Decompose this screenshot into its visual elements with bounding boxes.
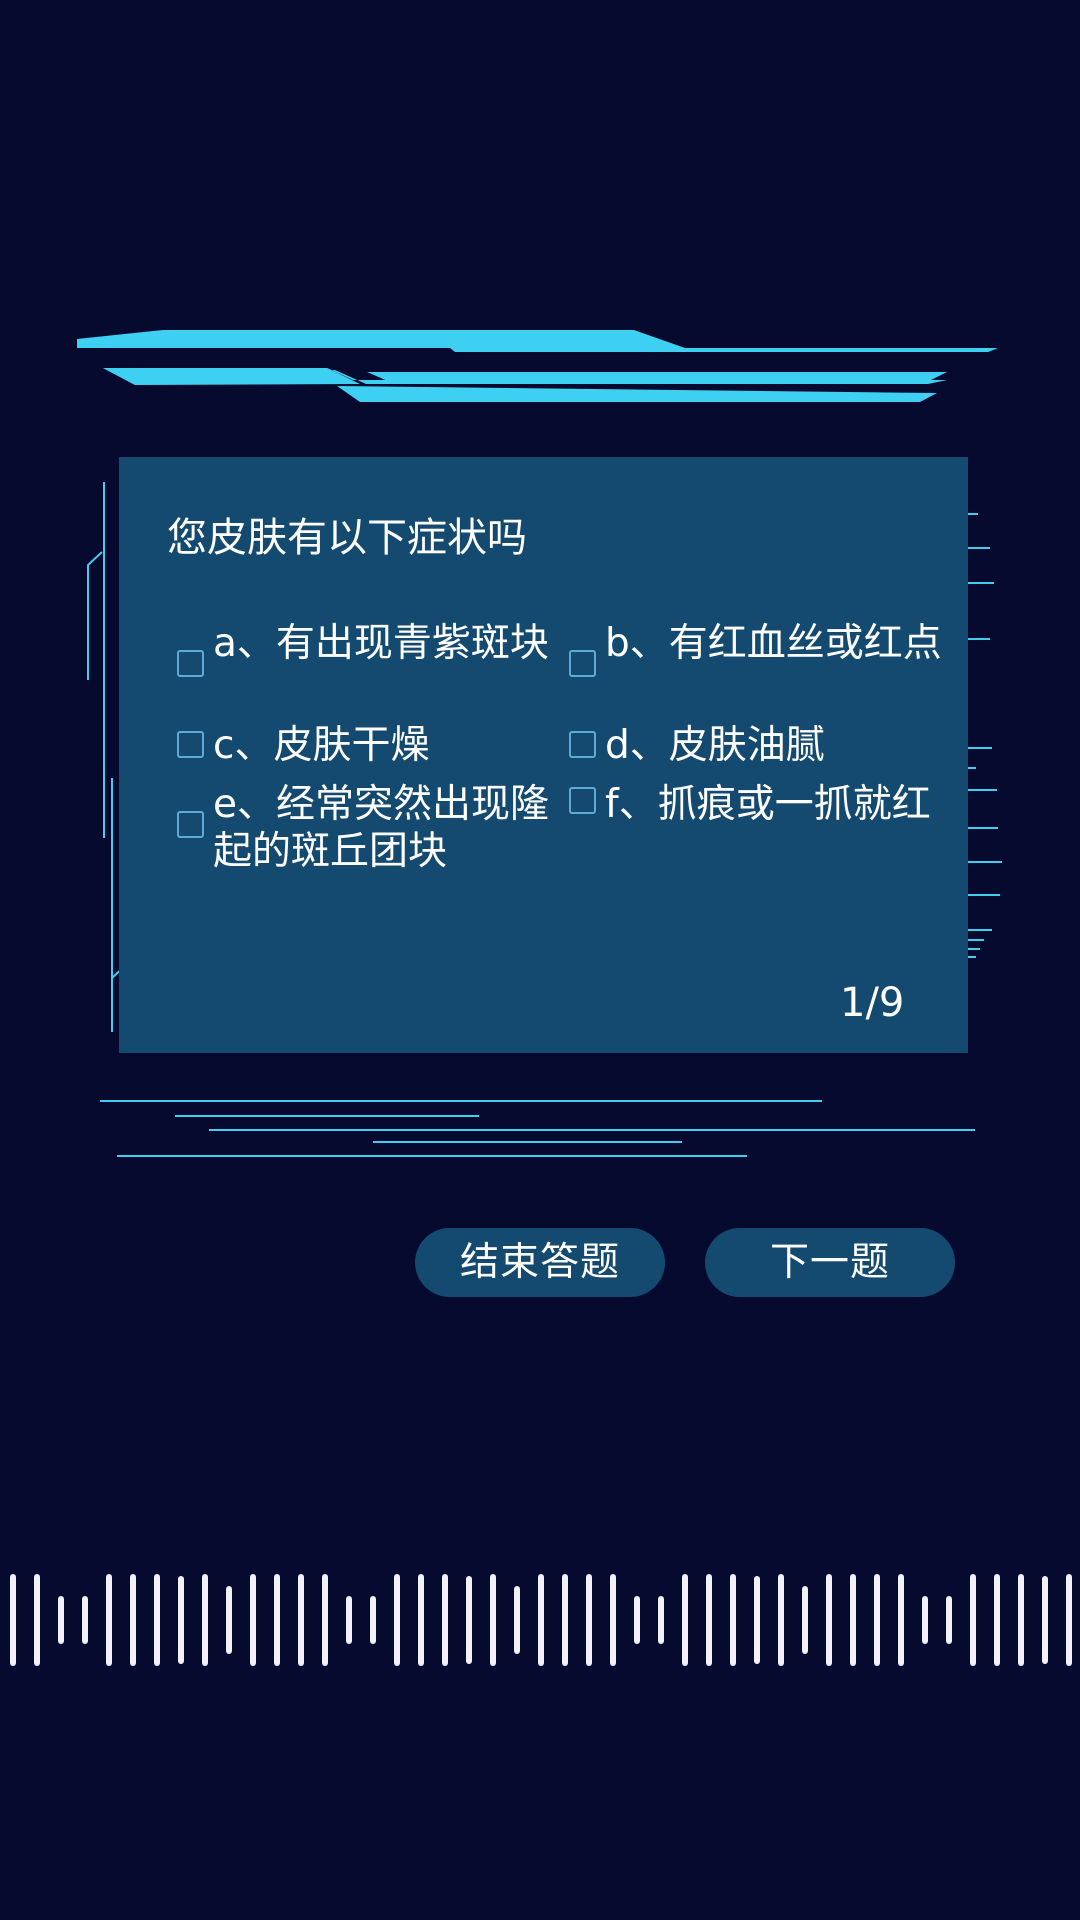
end-quiz-button[interactable]: 结束答题	[415, 1228, 665, 1297]
wave-bar	[682, 1574, 688, 1666]
option-d-label: d、皮肤油腻	[605, 723, 825, 768]
option-e-checkbox[interactable]	[177, 811, 204, 838]
wave-bar	[370, 1596, 376, 1644]
wave-bar	[274, 1574, 280, 1666]
wave-bar	[1018, 1574, 1024, 1666]
wave-bar	[706, 1574, 712, 1666]
wave-bar	[850, 1574, 856, 1666]
wave-bar	[826, 1574, 832, 1666]
wave-bar	[466, 1576, 472, 1664]
wave-bar	[898, 1574, 904, 1666]
wave-bar	[970, 1574, 976, 1666]
next-question-button[interactable]: 下一题	[705, 1228, 955, 1297]
bottom-line-decoration	[100, 1100, 975, 1157]
wave-bar	[922, 1596, 928, 1644]
option-f-label: f、抓痕或一抓就红	[605, 782, 931, 827]
wave-bar	[778, 1574, 784, 1666]
option-b-label: b、有红血丝或红点	[605, 621, 942, 666]
wave-bar	[346, 1596, 352, 1644]
wave-bar	[994, 1574, 1000, 1666]
wave-bar	[730, 1574, 736, 1666]
option-f-checkbox[interactable]	[569, 787, 596, 814]
wave-bar	[586, 1574, 592, 1666]
option-b-checkbox[interactable]	[569, 650, 596, 677]
wave-bar	[178, 1576, 184, 1664]
wave-bar	[34, 1574, 40, 1666]
wave-bar	[442, 1574, 448, 1666]
sound-wave-decoration	[10, 1574, 1072, 1666]
wave-bar	[946, 1596, 952, 1644]
wave-bar	[322, 1574, 328, 1666]
question-title: 您皮肤有以下症状吗	[167, 515, 527, 561]
wave-bar	[418, 1574, 424, 1666]
wave-bar	[202, 1574, 208, 1666]
wave-bar	[1042, 1576, 1048, 1664]
wave-bar	[82, 1596, 88, 1644]
wave-bar	[874, 1574, 880, 1666]
wave-bar	[610, 1574, 616, 1666]
wave-bar	[106, 1574, 112, 1666]
wave-bar	[298, 1574, 304, 1666]
option-c-label: c、皮肤干燥	[213, 723, 430, 768]
wave-bar	[802, 1586, 808, 1654]
wave-bar	[514, 1586, 520, 1654]
wave-bar	[634, 1596, 640, 1644]
wave-bar	[130, 1574, 136, 1666]
wave-bar	[538, 1574, 544, 1666]
wave-bar	[658, 1596, 664, 1644]
wave-bar	[490, 1574, 496, 1666]
option-d-checkbox[interactable]	[569, 731, 596, 758]
wave-bar	[754, 1576, 760, 1664]
wave-bar	[394, 1574, 400, 1666]
top-stripe-decoration	[77, 330, 998, 402]
question-counter: 1/9	[840, 980, 905, 1026]
option-a-label: a、有出现青紫斑块	[213, 621, 549, 666]
wave-bar	[226, 1586, 232, 1654]
option-e-label: e、经常突然出现隆起的斑丘团块	[213, 782, 549, 874]
wave-bar	[1066, 1574, 1072, 1666]
wave-bar	[10, 1574, 16, 1666]
wave-bar	[562, 1574, 568, 1666]
wave-bar	[250, 1574, 256, 1666]
wave-bar	[154, 1574, 160, 1666]
option-c-checkbox[interactable]	[177, 731, 204, 758]
wave-bar	[58, 1596, 64, 1644]
option-a-checkbox[interactable]	[177, 650, 204, 677]
